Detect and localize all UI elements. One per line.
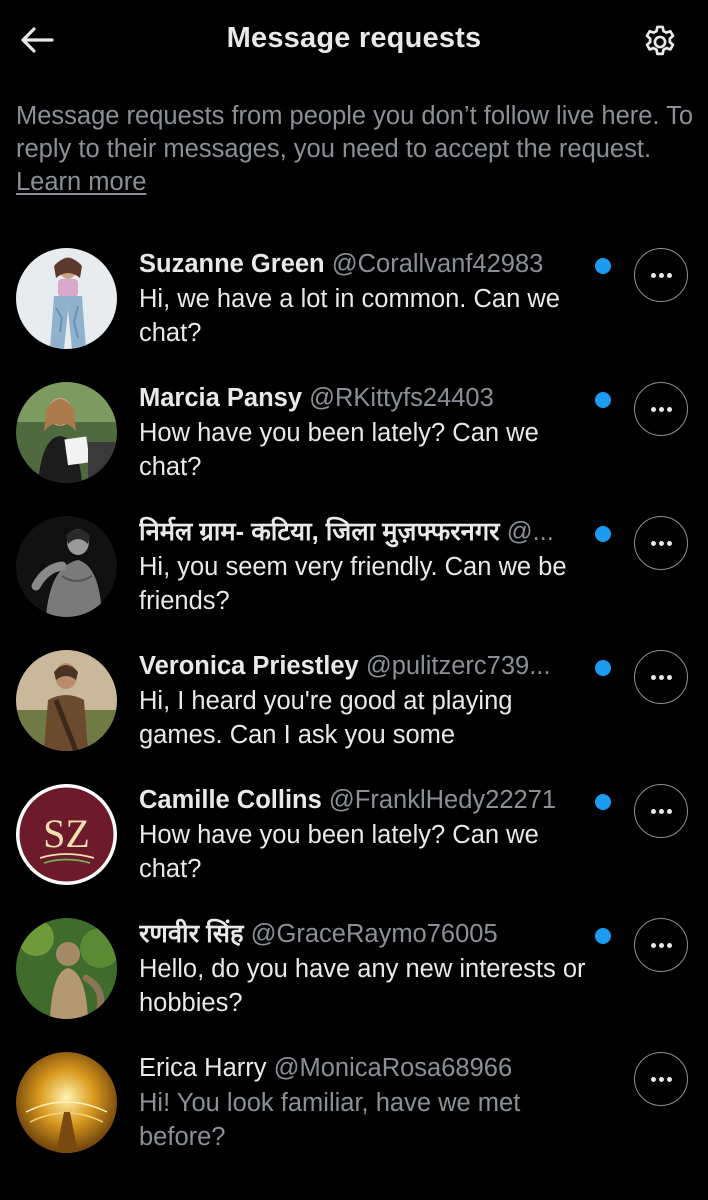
intro-description: Message requests from people you don’t f…: [16, 102, 694, 163]
more-icon: [650, 808, 672, 814]
sender-name: निर्मल ग्राम- कटिया, जिला मुज़फ्फरनगर: [139, 518, 500, 546]
message-preview: Hi, we have a lot in common. Can we chat…: [139, 285, 560, 347]
more-options-button[interactable]: [634, 1052, 688, 1106]
request-row[interactable]: रणवीर सिंह @GraceRaymo76005 Hello, do yo…: [0, 916, 708, 1050]
request-row[interactable]: Veronica Priestley @pulitzerc739... Hi, …: [0, 648, 708, 782]
sender-handle: @...: [506, 518, 554, 546]
sender-name: Veronica Priestley: [139, 652, 359, 680]
more-icon: [650, 674, 672, 680]
message-request-list: Suzanne Green @Corallvanf42983 Hi, we ha…: [0, 246, 708, 1184]
unread-indicator: [595, 526, 611, 542]
request-row[interactable]: निर्मल ग्राम- कटिया, जिला मुज़फ्फरनगर @.…: [0, 514, 708, 648]
sender-name: Marcia Pansy: [139, 384, 303, 412]
request-row[interactable]: Erica Harry @MonicaRosa68966 Hi! You loo…: [0, 1050, 708, 1184]
learn-more-link[interactable]: Learn more: [16, 168, 146, 196]
top-bar: Message requests: [0, 0, 708, 80]
more-icon: [650, 1076, 672, 1082]
unread-indicator: [595, 660, 611, 676]
sender-handle: @FranklHedy22271: [328, 786, 557, 814]
request-row[interactable]: Suzanne Green @Corallvanf42983 Hi, we ha…: [0, 246, 708, 380]
more-icon: [650, 272, 672, 278]
request-row[interactable]: Marcia Pansy @RKittyfs24403 How have you…: [0, 380, 708, 514]
avatar[interactable]: [16, 650, 117, 751]
more-options-button[interactable]: [634, 784, 688, 838]
message-preview: Hi, you seem very friendly. Can we be fr…: [139, 553, 567, 615]
more-options-button[interactable]: [634, 248, 688, 302]
avatar[interactable]: [16, 1052, 117, 1153]
sender-handle: @pulitzerc739...: [365, 652, 551, 680]
sender-handle: @GraceRaymo76005: [250, 920, 498, 948]
settings-button[interactable]: [638, 20, 682, 64]
sender-handle: @Corallvanf42983: [331, 250, 544, 278]
sender-name: Camille Collins: [139, 786, 322, 814]
sender-handle: @MonicaRosa68966: [273, 1054, 513, 1082]
avatar[interactable]: [16, 918, 117, 1019]
more-icon: [650, 540, 672, 546]
more-icon: [650, 406, 672, 412]
unread-indicator: [595, 258, 611, 274]
more-options-button[interactable]: [634, 516, 688, 570]
intro-text: Message requests from people you don’t f…: [16, 100, 696, 199]
unread-indicator: [595, 928, 611, 944]
more-options-button[interactable]: [634, 650, 688, 704]
avatar[interactable]: SZ: [16, 784, 117, 885]
avatar[interactable]: [16, 516, 117, 617]
avatar[interactable]: [16, 248, 117, 349]
sender-name: Suzanne Green: [139, 250, 325, 278]
sender-name: रणवीर सिंह: [139, 920, 244, 948]
unread-indicator: [595, 794, 611, 810]
message-preview: Hi! You look familiar, have we met befor…: [139, 1089, 521, 1151]
page-title: Message requests: [226, 22, 482, 54]
more-options-button[interactable]: [634, 918, 688, 972]
more-icon: [650, 942, 672, 948]
message-preview: Hi, I heard you're good at playing games…: [139, 687, 513, 749]
avatar[interactable]: [16, 382, 117, 483]
gear-icon: [645, 25, 675, 56]
avatar-logo-text: SZ: [43, 811, 90, 856]
sender-name: Erica Harry: [139, 1054, 267, 1082]
request-row[interactable]: SZ Camille Collins @FranklHedy22271 How …: [0, 782, 708, 916]
sender-handle: @RKittyfs24403: [309, 384, 494, 412]
message-preview: Hello, do you have any new interests or …: [139, 955, 586, 1017]
unread-indicator: [595, 392, 611, 408]
message-preview: How have you been lately? Can we chat?: [139, 821, 539, 883]
more-options-button[interactable]: [634, 382, 688, 436]
message-preview: How have you been lately? Can we chat?: [139, 419, 539, 481]
